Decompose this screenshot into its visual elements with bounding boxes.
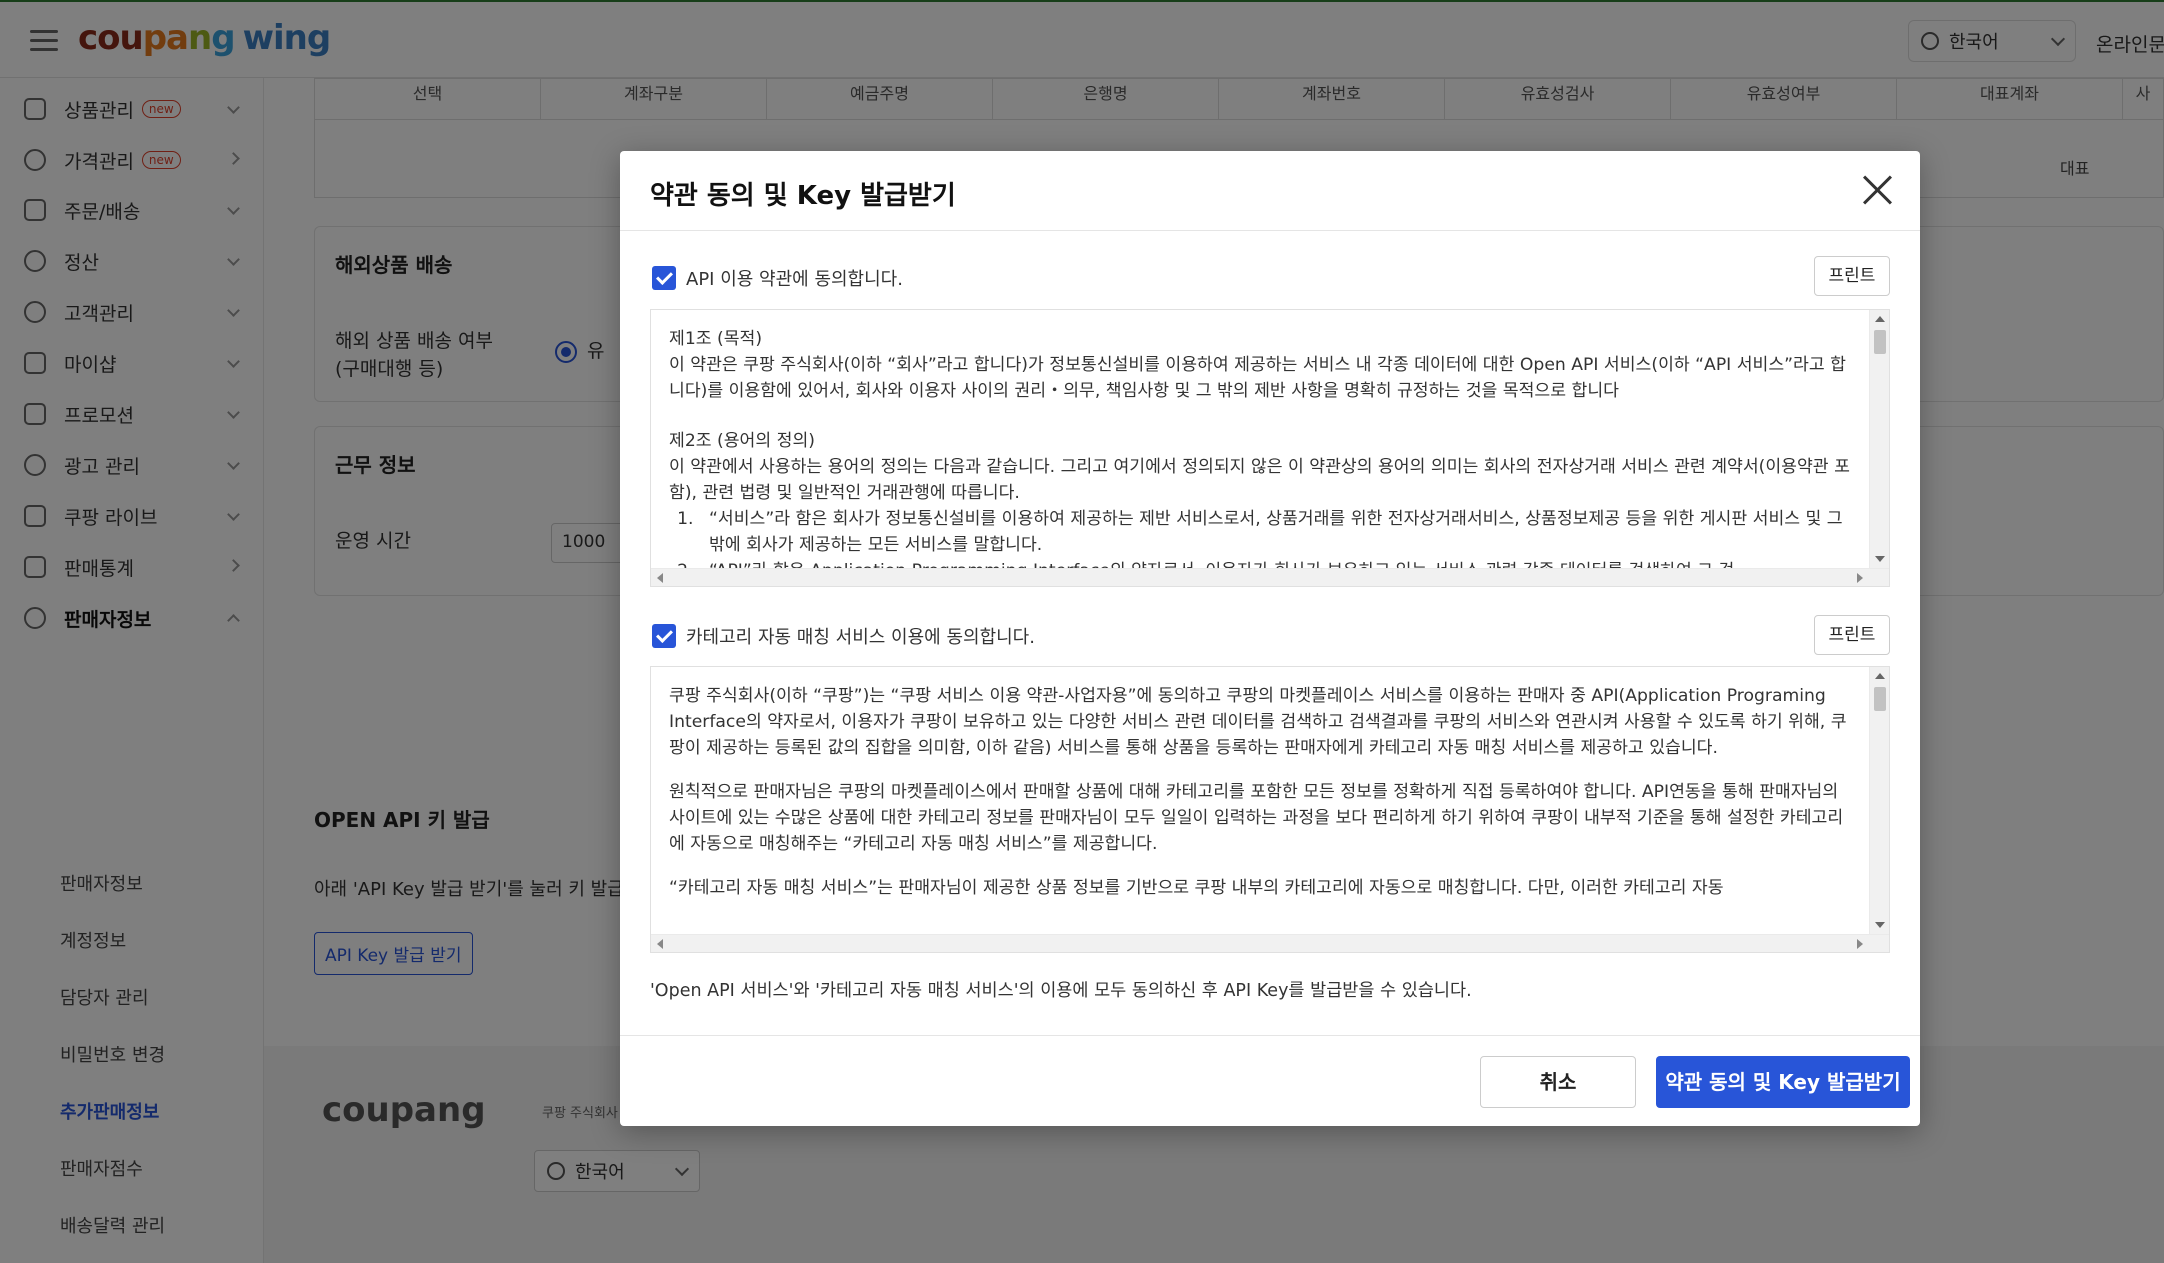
vertical-scrollbar[interactable] <box>1869 667 1889 934</box>
agree-and-issue-key-button[interactable]: 약관 동의 및 Key 발급받기 <box>1656 1056 1910 1108</box>
terms-paragraph: “카테고리 자동 매칭 서비스”는 판매자님이 제공한 상품 정보를 기반으로 … <box>669 878 1724 898</box>
terms-modal: 약관 동의 및 Key 발급받기 API 이용 약관에 동의합니다. 프린트 제… <box>620 151 1920 1126</box>
article-body: 이 약관은 쿠팡 주식회사(이하 “회사”라고 합니다)가 정보통신설비를 이용… <box>669 355 1846 401</box>
api-terms-box[interactable]: 제1조 (목적) 이 약관은 쿠팡 주식회사(이하 “회사”라고 합니다)가 정… <box>650 309 1890 587</box>
scroll-right-icon[interactable] <box>1857 939 1863 949</box>
scroll-left-icon[interactable] <box>657 573 663 583</box>
list-item: “API”라 함은 Application Programming Interf… <box>699 558 1853 568</box>
modal-header: 약관 동의 및 Key 발급받기 <box>620 151 1920 231</box>
api-terms-agree[interactable]: API 이용 약관에 동의합니다. <box>652 265 903 291</box>
cancel-button[interactable]: 취소 <box>1480 1056 1636 1108</box>
category-terms-checkbox[interactable] <box>652 624 676 648</box>
scroll-thumb[interactable] <box>1874 330 1886 354</box>
scroll-left-icon[interactable] <box>657 939 663 949</box>
close-icon[interactable] <box>1860 173 1894 207</box>
terms-paragraph: 쿠팡 주식회사(이하 “쿠팡”)는 “쿠팡 서비스 이용 약관-사업자용”에 동… <box>669 686 1847 758</box>
scroll-up-icon[interactable] <box>1875 316 1885 322</box>
category-terms-content: 쿠팡 주식회사(이하 “쿠팡”)는 “쿠팡 서비스 이용 약관-사업자용”에 동… <box>651 667 1869 934</box>
api-terms-agree-label: API 이용 약관에 동의합니다. <box>686 269 903 290</box>
print-button-api-terms[interactable]: 프린트 <box>1814 256 1890 296</box>
article-title: 제1조 (목적) <box>669 329 763 349</box>
agreement-notice: 'Open API 서비스'와 '카테고리 자동 매칭 서비스'의 이용에 모두… <box>650 981 1472 1001</box>
terms-paragraph: 원칙적으로 판매자님은 쿠팡의 마켓플레이스에서 판매할 상품에 대해 카테고리… <box>669 782 1844 854</box>
list-item: “서비스”라 함은 회사가 정보통신설비를 이용하여 제공하는 제반 서비스로서… <box>699 506 1853 558</box>
horizontal-scrollbar[interactable] <box>651 568 1889 586</box>
vertical-scrollbar[interactable] <box>1869 310 1889 568</box>
api-terms-content: 제1조 (목적) 이 약관은 쿠팡 주식회사(이하 “회사”라고 합니다)가 정… <box>651 310 1869 568</box>
scroll-down-icon[interactable] <box>1875 922 1885 928</box>
modal-title: 약관 동의 및 Key 발급받기 <box>650 181 956 211</box>
article-title: 제2조 (용어의 정의) <box>669 431 815 451</box>
print-button-category-terms[interactable]: 프린트 <box>1814 615 1890 655</box>
api-terms-checkbox[interactable] <box>652 266 676 290</box>
article-body: 이 약관에서 사용하는 용어의 정의는 다음과 같습니다. 그리고 여기에서 정… <box>669 457 1850 503</box>
scroll-up-icon[interactable] <box>1875 673 1885 679</box>
category-terms-agree-label: 카테고리 자동 매칭 서비스 이용에 동의합니다. <box>686 627 1035 648</box>
scroll-thumb[interactable] <box>1874 687 1886 711</box>
scroll-right-icon[interactable] <box>1857 573 1863 583</box>
category-terms-box[interactable]: 쿠팡 주식회사(이하 “쿠팡”)는 “쿠팡 서비스 이용 약관-사업자용”에 동… <box>650 666 1890 953</box>
category-terms-agree[interactable]: 카테고리 자동 매칭 서비스 이용에 동의합니다. <box>652 623 1035 649</box>
horizontal-scrollbar[interactable] <box>651 934 1889 952</box>
scroll-down-icon[interactable] <box>1875 556 1885 562</box>
